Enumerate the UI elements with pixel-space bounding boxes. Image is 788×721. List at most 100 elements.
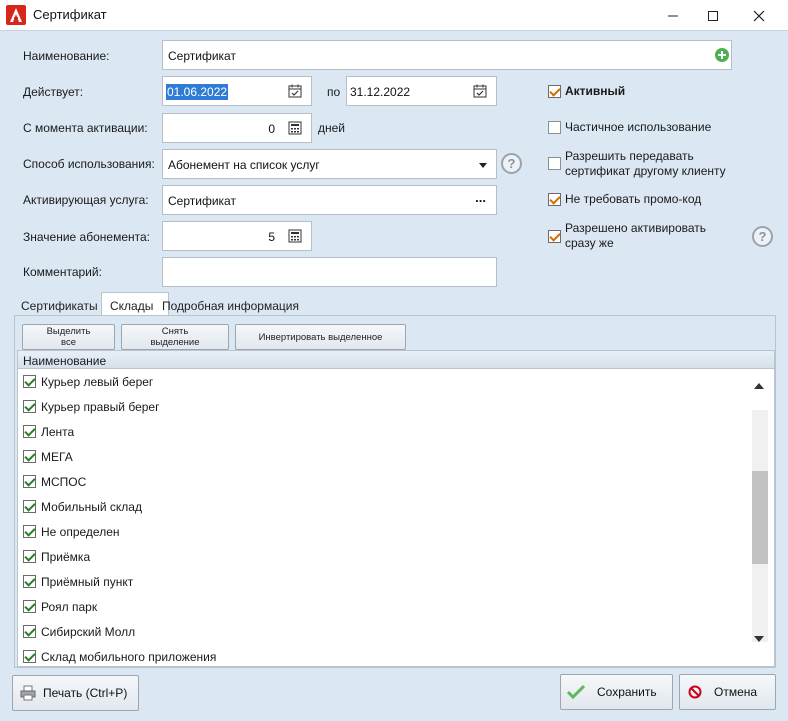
tab-details[interactable]: Подробная информация (162, 294, 312, 316)
calculator-icon[interactable] (288, 121, 302, 135)
browse-button[interactable]: ... (475, 190, 486, 205)
row-checkbox[interactable] (23, 500, 36, 513)
row-checkbox[interactable] (23, 650, 36, 663)
print-label: Печать (Ctrl+P) (43, 686, 128, 700)
row-label: МЕГА (41, 450, 73, 464)
row-label: МСПОС (41, 475, 87, 489)
printer-icon (20, 685, 36, 701)
transfer-checkbox[interactable] (548, 157, 561, 170)
calendar-icon[interactable] (473, 84, 487, 98)
add-icon[interactable] (715, 48, 729, 62)
active-label: Активный (565, 84, 626, 98)
row-checkbox[interactable] (23, 600, 36, 613)
row-checkbox[interactable] (23, 625, 36, 638)
row-checkbox[interactable] (23, 525, 36, 538)
scroll-down-icon[interactable] (754, 636, 764, 642)
active-checkbox[interactable] (548, 85, 561, 98)
subscription-label: Значение абонемента: (23, 230, 150, 244)
row-label: Приёмный пункт (41, 575, 134, 589)
table-row[interactable]: Лента (18, 420, 742, 445)
table-row[interactable]: Склад мобильного приложения (18, 645, 742, 666)
service-label: Активирующая услуга: (23, 193, 149, 207)
date-from-value: 01.06.2022 (166, 84, 229, 100)
table-row[interactable]: Сибирский Молл (18, 620, 742, 645)
print-button[interactable]: Печать (Ctrl+P) (12, 675, 139, 711)
table-row[interactable]: Приёмный пункт (18, 570, 742, 595)
subscription-input[interactable]: 5 (162, 221, 312, 251)
date-to-value: 31.12.2022 (350, 85, 411, 99)
no-promo-checkbox[interactable] (548, 193, 561, 206)
checkmark-icon (567, 684, 585, 700)
calculator-icon[interactable] (288, 229, 302, 243)
activation-label: С момента активации: (23, 121, 148, 135)
row-checkbox[interactable] (23, 575, 36, 588)
maximize-icon (708, 10, 718, 21)
table-row[interactable]: МЕГА (18, 445, 742, 470)
deselect-button[interactable]: Снять выделение (121, 324, 229, 350)
chevron-down-icon (479, 163, 487, 168)
cancel-button[interactable]: Отмена (679, 674, 776, 710)
warehouses-grid: Наименование Курьер левый берег Курьер пр… (17, 350, 775, 667)
row-label: Курьер правый берег (41, 400, 160, 414)
date-from-input[interactable]: 01.06.2022 (162, 76, 312, 106)
partial-use-checkbox[interactable] (548, 121, 561, 134)
cancel-icon (688, 685, 702, 699)
partial-use-label: Частичное использование (565, 120, 712, 134)
row-checkbox[interactable] (23, 425, 36, 438)
column-header-name[interactable]: Наименование (18, 351, 774, 369)
immediate-label-line2: сразу же (565, 236, 614, 250)
tab-certificates[interactable]: Сертификаты (21, 294, 105, 316)
save-button[interactable]: Сохранить (560, 674, 673, 710)
service-value: Сертификат (168, 194, 236, 208)
window-title: Сертификат (33, 7, 107, 22)
activation-days-input[interactable]: 0 (162, 113, 312, 143)
scroll-thumb[interactable] (752, 471, 768, 564)
row-checkbox[interactable] (23, 450, 36, 463)
row-checkbox[interactable] (23, 550, 36, 563)
tab-control: Сертификаты Склады Подробная информация … (14, 292, 776, 668)
row-checkbox[interactable] (23, 475, 36, 488)
valid-label: Действует: (23, 85, 84, 99)
grid-rows: Курьер левый берег Курьер правый берег Лен… (18, 370, 742, 666)
tab-warehouses[interactable]: Склады (101, 292, 169, 316)
table-row[interactable]: Не определен (18, 520, 742, 545)
usage-help-icon[interactable]: ? (501, 153, 522, 174)
row-label: Приёмка (41, 550, 91, 564)
activation-help-icon[interactable]: ? (752, 226, 773, 247)
table-row[interactable]: МСПОС (18, 470, 742, 495)
name-input[interactable]: Сертификат (162, 40, 732, 70)
vertical-scrollbar[interactable] (746, 370, 774, 666)
activation-value: 0 (268, 122, 275, 136)
name-value: Сертификат (168, 49, 236, 63)
comment-input[interactable] (162, 257, 497, 287)
row-checkbox[interactable] (23, 375, 36, 388)
close-icon (753, 10, 765, 21)
certificate-form: Наименование: Сертификат Действует: 01.0… (0, 31, 788, 287)
minimize-icon (668, 15, 678, 16)
table-row[interactable]: Роял парк (18, 595, 742, 620)
select-all-button[interactable]: Выделить все (22, 324, 115, 350)
table-row[interactable]: Приёмка (18, 545, 742, 570)
no-promo-label: Не требовать промо-код (565, 192, 702, 206)
row-label: Склад мобильного приложения (41, 650, 217, 664)
maximize-button[interactable] (690, 0, 736, 31)
transfer-label-line1: Разрешить передавать (565, 149, 694, 163)
table-row[interactable]: Курьер левый берег (18, 370, 742, 395)
usage-select[interactable]: Абонемент на список услуг (162, 149, 497, 179)
title-bar: Сертификат (0, 0, 788, 31)
row-label: Сибирский Молл (41, 625, 136, 639)
calendar-icon[interactable] (288, 84, 302, 98)
usage-value: Абонемент на список услуг (168, 158, 320, 172)
scroll-up-icon[interactable] (754, 383, 764, 389)
date-to-input[interactable]: 31.12.2022 (346, 76, 497, 106)
close-button[interactable] (736, 0, 782, 31)
activation-unit: дней (318, 121, 346, 135)
immediate-activation-checkbox[interactable] (548, 230, 561, 243)
service-input[interactable]: Сертификат ... (162, 185, 497, 215)
invert-selection-button[interactable]: Инвертировать выделенное (235, 324, 406, 350)
row-checkbox[interactable] (23, 400, 36, 413)
cancel-label: Отмена (714, 685, 758, 699)
table-row[interactable]: Мобильный склад (18, 495, 742, 520)
table-row[interactable]: Курьер правый берег (18, 395, 742, 420)
comment-label: Комментарий: (23, 265, 102, 279)
